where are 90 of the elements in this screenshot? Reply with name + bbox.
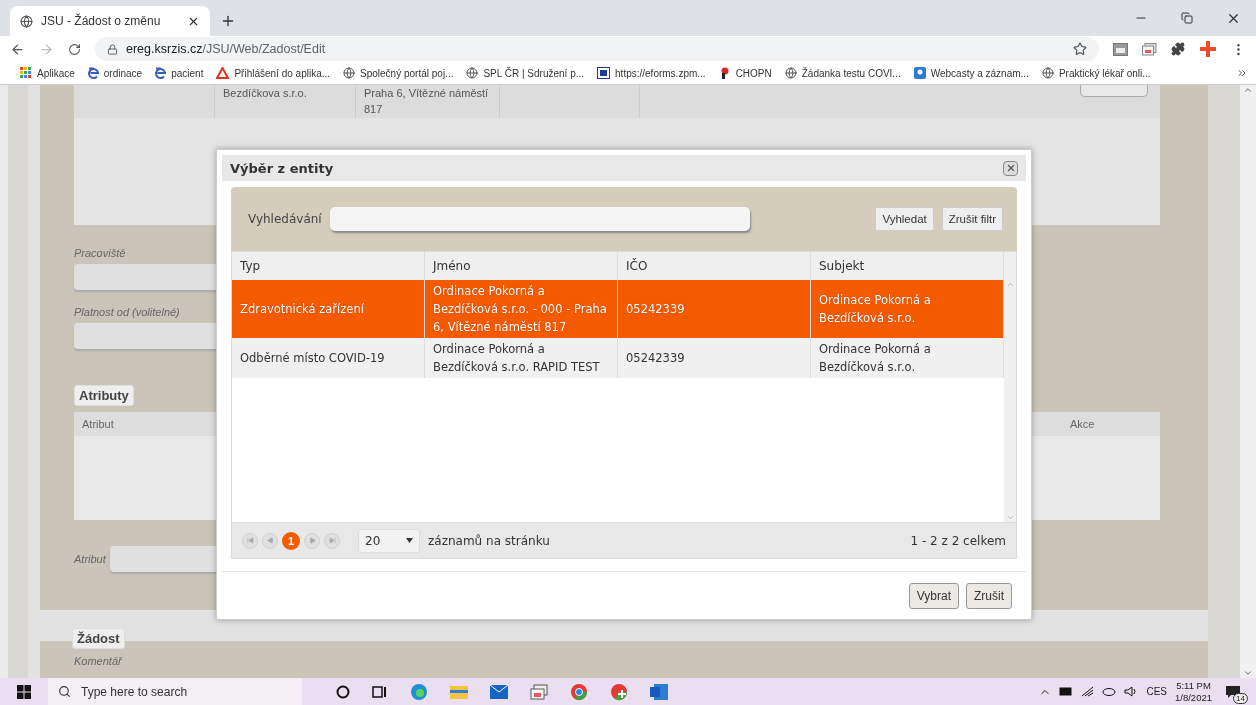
filter-button[interactable]: Vyhledat	[875, 207, 934, 231]
table-cell: Bezdíčkova s.r.o.	[215, 85, 356, 118]
bookmark[interactable]: Žádanka testu COVI...	[784, 67, 901, 79]
close-icon	[1005, 163, 1016, 173]
extensions-icon[interactable]	[1171, 42, 1185, 56]
scroll-down-icon[interactable]	[1243, 668, 1253, 678]
edge-browser-icon[interactable]	[410, 682, 428, 701]
globe-icon	[20, 14, 33, 28]
search-icon	[58, 685, 71, 698]
bookmark[interactable]: pacient	[155, 66, 204, 80]
mail-icon[interactable]	[490, 684, 508, 699]
scroll-up-icon[interactable]	[1243, 85, 1253, 95]
record-count: 1 - 2 z 2 celkem	[910, 533, 1006, 548]
edge-e-icon	[87, 66, 99, 80]
windows-logo-icon[interactable]	[17, 684, 31, 699]
page-size-dropdown[interactable]: 20	[358, 528, 420, 553]
edge-e-icon	[155, 66, 167, 80]
column-header: Akce	[1070, 418, 1096, 430]
section-legend: Žádost	[72, 628, 125, 649]
dialog-title: Výběr z entity	[230, 160, 334, 176]
bookmark[interactable]: https://eforms.zpm...	[597, 67, 706, 79]
tab-title: JSU - Žádost o změnu	[41, 14, 162, 28]
bookmark[interactable]: CHOPN	[718, 67, 772, 79]
chrome-icon[interactable]	[570, 682, 588, 701]
field-label: Pracoviště	[74, 247, 126, 259]
left-triangle-icon	[266, 537, 274, 544]
bookmark[interactable]: Přihlášení do aplika...	[216, 67, 331, 79]
triangle-logo-icon	[216, 67, 230, 79]
field-label: Komentář	[74, 655, 122, 667]
section-legend: Atributy	[74, 385, 134, 406]
bookmark[interactable]: ordinace	[87, 66, 143, 80]
lock-icon	[107, 43, 118, 55]
extension-window-icon[interactable]	[1113, 42, 1128, 56]
globe-icon	[1041, 67, 1054, 79]
globe-icon	[784, 67, 797, 79]
globe-icon	[343, 67, 356, 79]
bookmark[interactable]: SPL ČR | Sdružení p...	[466, 67, 585, 79]
tile-logo-icon	[913, 67, 926, 79]
task-view-icon[interactable]	[372, 684, 388, 699]
column-header: Atribut	[82, 418, 114, 430]
notification-icon[interactable]: 14	[1220, 681, 1246, 702]
clock[interactable]: 5:11 PM 1/8/2021	[1175, 679, 1212, 704]
wifi-icon[interactable]	[1081, 686, 1095, 697]
bookmark[interactable]: Společný portál poj...	[343, 67, 454, 79]
page-size-label: záznamů na stránku	[428, 533, 550, 548]
language-indicator[interactable]: CES	[1146, 686, 1167, 697]
field-label: Atribut	[74, 553, 106, 565]
extension-screens-icon[interactable]	[1142, 42, 1157, 56]
cross-extension-icon[interactable]	[1199, 40, 1217, 58]
globe-icon	[466, 67, 479, 79]
more-bookmarks-icon[interactable]	[1236, 67, 1248, 79]
dialog-button[interactable]: Zrušit	[966, 583, 1012, 609]
table-cell: 05242339	[618, 338, 811, 378]
field-label: Platnost od (volitelné)	[74, 306, 180, 318]
search-field[interactable]	[329, 207, 750, 231]
right-triangle-icon	[308, 537, 316, 544]
screens-icon[interactable]	[530, 683, 548, 700]
table-cell: Odběrné místo COVID-19	[232, 338, 425, 378]
speaker-icon[interactable]	[1124, 686, 1139, 697]
apps-grid-icon	[20, 67, 32, 79]
close-button[interactable]	[1003, 160, 1018, 176]
reload-icon[interactable]	[68, 42, 81, 56]
folder-icon[interactable]	[450, 683, 468, 700]
scrollbar[interactable]	[1240, 85, 1256, 678]
browser-cross-icon[interactable]	[610, 682, 628, 701]
taskbar-search-field[interactable]: Type here to search	[48, 678, 302, 705]
back-icon[interactable]	[10, 41, 25, 57]
browser-tab[interactable]: JSU - Žádost o změnu	[10, 6, 210, 36]
table-row[interactable]: Odběrné místo COVID-19 Ordinace Pokorná a Bezdíčková s.r.o. RAPID TEST 05242339 Ordinace Pokorná a Bezdíčková s.r.o.	[232, 338, 1004, 378]
square-logo-icon	[597, 67, 611, 79]
address-bar[interactable]: ereg.ksrzis.cz/JSU/Web/Zadost/Edit	[95, 37, 1099, 61]
circle-icon[interactable]	[336, 684, 350, 699]
bookmark[interactable]: Praktický lékař onli...	[1041, 67, 1151, 79]
url-host: ereg.ksrzis.cz	[126, 42, 203, 56]
bookmark[interactable]: Aplikace	[20, 67, 75, 79]
search-label: Vyhledávání	[248, 212, 322, 226]
last-icon	[328, 537, 336, 544]
bookmark[interactable]: Webcasty a záznam...	[913, 67, 1029, 79]
notification-count: 14	[1233, 692, 1248, 704]
dialog-button[interactable]: Vybrat	[908, 583, 959, 609]
table-cell: Ordinace Pokorná a Bezdíčková s.r.o. RAPID TEST	[425, 338, 618, 378]
new-tab-icon[interactable]	[220, 13, 236, 29]
url-path: /JSU/Web/Zadost/Edit	[202, 42, 326, 56]
filter-button[interactable]: Zrušit filtr	[941, 207, 1003, 231]
first-icon	[246, 537, 254, 544]
word-icon[interactable]	[650, 683, 668, 700]
restore-icon[interactable]	[1181, 12, 1193, 24]
caret-icon	[406, 538, 413, 543]
star-icon[interactable]	[1073, 42, 1087, 56]
table-cell: Praha 6, Vítězné náměstí 817	[356, 85, 500, 118]
